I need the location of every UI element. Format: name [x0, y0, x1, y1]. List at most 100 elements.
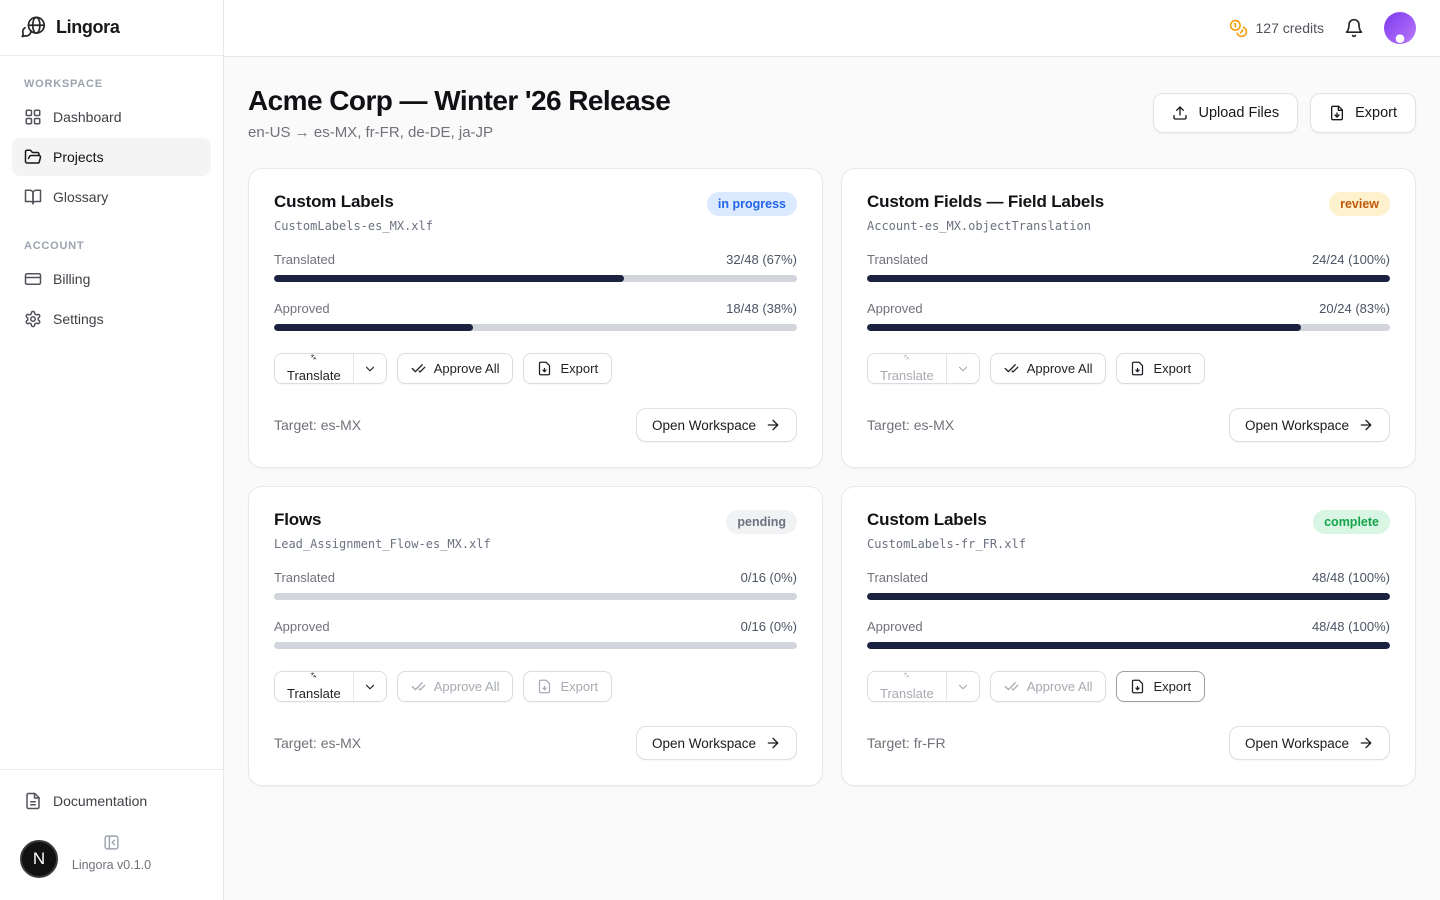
sidebar-item-dashboard[interactable]: Dashboard [12, 98, 211, 136]
translate-icon [306, 354, 321, 360]
topbar: 127 credits [224, 0, 1440, 57]
sidebar-nav: WORKSPACE Dashboard Projects Glossary AC… [0, 56, 223, 769]
sidebar: Lingora WORKSPACE Dashboard Projects Glo… [0, 0, 224, 900]
translate-button[interactable]: Translate [275, 672, 353, 701]
app-version: Lingora v0.1.0 [72, 858, 151, 872]
card-title: Custom Labels [867, 510, 1026, 530]
book-open-icon [24, 188, 42, 206]
sidebar-item-label: Documentation [53, 793, 147, 809]
file-download-icon [1130, 679, 1145, 694]
upload-icon [1172, 105, 1188, 121]
arrow-right-icon [1358, 735, 1374, 751]
file-download-icon [1329, 105, 1345, 121]
card-title: Custom Labels [274, 192, 433, 212]
metric-value: 0/16 (0%) [741, 619, 797, 634]
sidebar-item-label: Projects [53, 149, 104, 165]
sidebar-item-projects[interactable]: Projects [12, 138, 211, 176]
translate-options-button[interactable] [353, 354, 386, 383]
translated-progress-bar [274, 593, 797, 600]
approve-all-button[interactable]: Approve All [990, 671, 1107, 702]
translate-label: Translate [287, 686, 341, 701]
export-button[interactable]: Export [1116, 353, 1205, 384]
open-workspace-button[interactable]: Open Workspace [636, 726, 797, 760]
sidebar-item-settings[interactable]: Settings [12, 300, 211, 338]
translate-options-button[interactable] [353, 672, 386, 701]
user-avatar[interactable] [1384, 12, 1416, 44]
sidebar-item-label: Dashboard [53, 109, 122, 125]
folder-open-icon [24, 148, 42, 166]
card-title: Custom Fields — Field Labels [867, 192, 1104, 212]
sidebar-item-label: Settings [53, 311, 104, 327]
approve-all-button[interactable]: Approve All [397, 353, 514, 384]
metric-value: 18/48 (38%) [726, 301, 797, 316]
metric-label: Approved [274, 301, 330, 316]
check-check-icon [411, 679, 426, 694]
project-card-custom-labels-fr: Custom Labels CustomLabels-fr_FR.xlf com… [841, 486, 1416, 786]
sidebar-item-billing[interactable]: Billing [12, 260, 211, 298]
export-button[interactable]: Export [523, 353, 612, 384]
file-download-icon [537, 361, 552, 376]
metric-label: Translated [274, 570, 335, 585]
open-workspace-button[interactable]: Open Workspace [1229, 408, 1390, 442]
approve-all-button[interactable]: Approve All [990, 353, 1107, 384]
collapse-sidebar-button[interactable] [103, 834, 120, 851]
target-locale: Target: es-MX [867, 417, 954, 433]
nav-group-workspace: WORKSPACE [12, 78, 211, 90]
metric-label: Translated [867, 252, 928, 267]
open-workspace-button[interactable]: Open Workspace [1229, 726, 1390, 760]
credits-indicator: 127 credits [1229, 19, 1324, 38]
approve-all-label: Approve All [434, 679, 500, 694]
metric-value: 0/16 (0%) [741, 570, 797, 585]
file-download-icon [537, 679, 552, 694]
arrow-right-icon [765, 417, 781, 433]
credit-card-icon [24, 270, 42, 288]
open-workspace-label: Open Workspace [1245, 736, 1349, 751]
translated-progress-bar [867, 593, 1390, 600]
approve-all-button[interactable]: Approve All [397, 671, 514, 702]
target-locale: Target: es-MX [274, 735, 361, 751]
translate-icon [306, 672, 321, 678]
person-icon [1387, 30, 1413, 44]
project-card-flows: Flows Lead_Assignment_Flow-es_MX.xlf pen… [248, 486, 823, 786]
upload-files-label: Upload Files [1198, 105, 1279, 121]
export-all-label: Export [1355, 105, 1397, 121]
export-label: Export [560, 361, 598, 376]
open-workspace-button[interactable]: Open Workspace [636, 408, 797, 442]
target-locale: Target: es-MX [274, 417, 361, 433]
card-filename: CustomLabels-fr_FR.xlf [867, 537, 1026, 551]
translate-button[interactable]: Translate [275, 354, 353, 383]
export-all-button[interactable]: Export [1310, 93, 1416, 133]
approved-progress-bar [867, 324, 1390, 331]
chevron-down-icon [363, 680, 377, 694]
sidebar-item-glossary[interactable]: Glossary [12, 178, 211, 216]
metric-label: Translated [274, 252, 335, 267]
sidebar-item-label: Glossary [53, 189, 108, 205]
approved-progress-bar [274, 642, 797, 649]
export-button[interactable]: Export [1116, 671, 1205, 702]
translate-options-button[interactable] [946, 672, 979, 701]
export-label: Export [1153, 679, 1191, 694]
metric-label: Approved [867, 301, 923, 316]
status-badge: review [1329, 192, 1390, 216]
status-badge: pending [726, 510, 797, 534]
translate-icon [899, 672, 914, 678]
card-filename: CustomLabels-es_MX.xlf [274, 219, 433, 233]
translate-button[interactable]: Translate [868, 672, 946, 701]
translate-options-button[interactable] [946, 354, 979, 383]
open-workspace-label: Open Workspace [1245, 418, 1349, 433]
notifications-button[interactable] [1342, 16, 1366, 40]
approve-all-label: Approve All [434, 361, 500, 376]
export-button[interactable]: Export [523, 671, 612, 702]
export-label: Export [1153, 361, 1191, 376]
translate-split-button: Translate [867, 671, 980, 702]
upload-files-button[interactable]: Upload Files [1153, 93, 1298, 133]
translate-button[interactable]: Translate [868, 354, 946, 383]
sidebar-footer: Documentation N Lingora v0.1.0 [0, 769, 223, 900]
metric-label: Translated [867, 570, 928, 585]
check-check-icon [1004, 679, 1019, 694]
sidebar-item-documentation[interactable]: Documentation [12, 782, 211, 820]
status-badge: complete [1313, 510, 1390, 534]
arrow-right-icon [1358, 417, 1374, 433]
panel-collapse-icon [103, 834, 120, 851]
approved-progress-bar [274, 324, 797, 331]
